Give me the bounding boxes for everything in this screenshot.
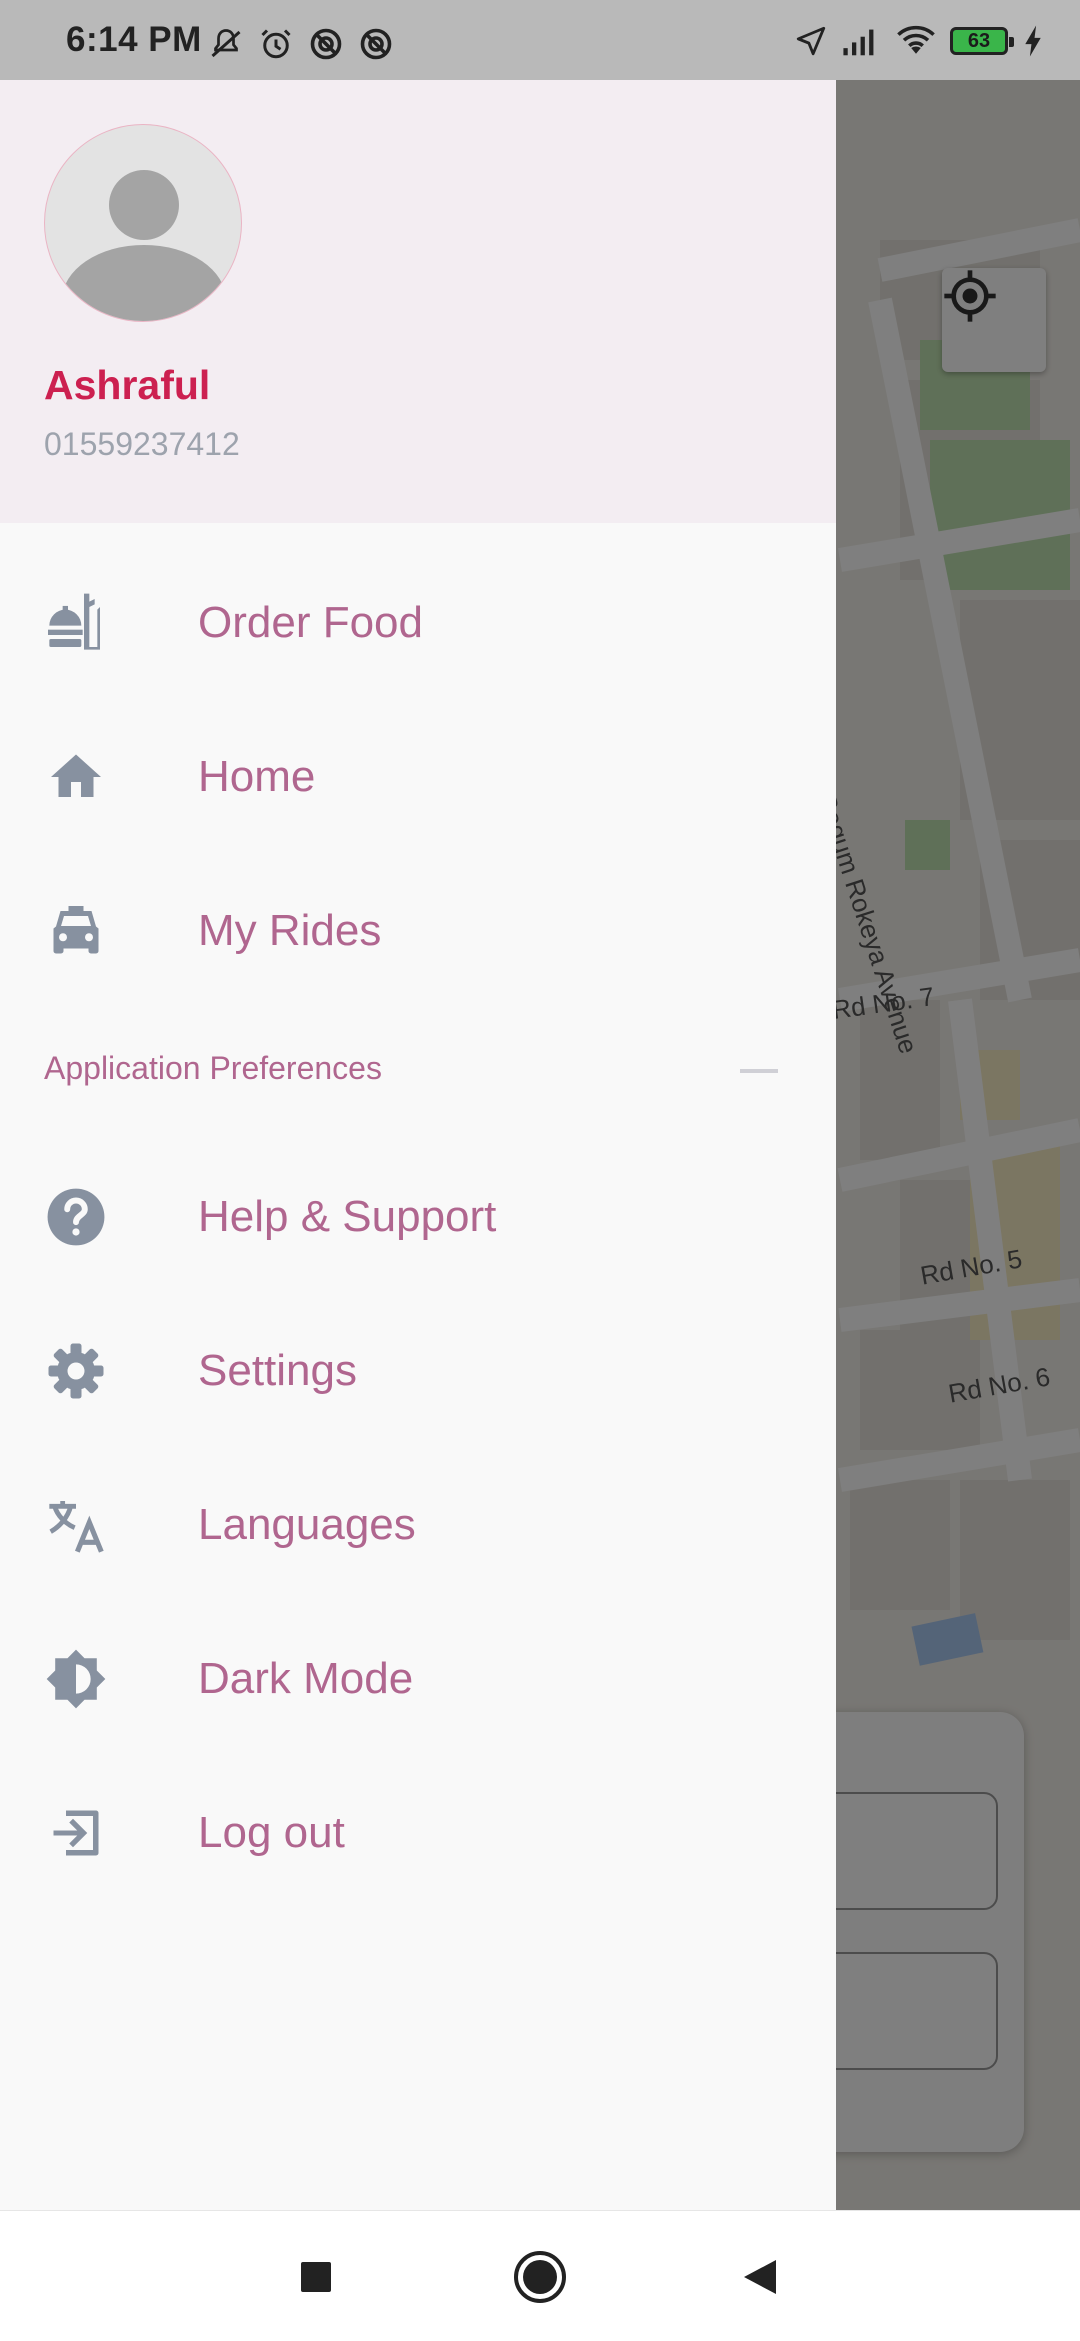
menu-item-help-support[interactable]: Help & Support — [0, 1142, 836, 1292]
menu-item-label: Order Food — [198, 598, 423, 647]
triangle-back-icon — [744, 2260, 776, 2294]
system-nav-bar — [0, 2210, 1080, 2341]
circle-icon — [514, 2251, 566, 2303]
menu-item-label: Help & Support — [198, 1192, 497, 1241]
menu-item-log-out[interactable]: Log out — [0, 1758, 836, 1908]
menu-item-my-rides[interactable]: My Rides — [0, 856, 836, 1006]
signal-icon — [843, 29, 874, 56]
section-title: Application Preferences — [44, 1050, 382, 1086]
menu-item-label: Dark Mode — [198, 1654, 414, 1703]
mute-icon — [211, 29, 241, 58]
notification-icon — [360, 28, 392, 60]
drawer-header: Ashraful 01559237412 — [0, 80, 836, 523]
home-icon — [44, 745, 108, 809]
menu-item-dark-mode[interactable]: Dark Mode — [0, 1604, 836, 1754]
back-button[interactable] — [730, 2247, 790, 2307]
status-system-icons: 63 — [794, 24, 1044, 58]
menu-item-label: Log out — [198, 1808, 345, 1857]
alarm-icon — [261, 29, 291, 59]
home-button[interactable] — [510, 2247, 570, 2307]
brightness-icon — [44, 1647, 108, 1711]
user-phone: 01559237412 — [44, 426, 240, 462]
menu-item-settings[interactable]: Settings — [0, 1296, 836, 1446]
recents-button[interactable] — [286, 2247, 346, 2307]
help-icon — [44, 1185, 108, 1249]
menu-item-order-food[interactable]: Order Food — [0, 548, 836, 698]
menu-item-label: Home — [198, 752, 316, 801]
status-bar: 6:14 PM 63 — [0, 0, 1080, 80]
location-arrow-icon — [796, 26, 826, 56]
square-icon — [301, 2262, 331, 2292]
battery-icon: 63 — [950, 27, 1014, 55]
status-time: 6:14 PM — [66, 20, 202, 59]
person-icon — [62, 170, 226, 321]
menu-item-home[interactable]: Home — [0, 702, 836, 852]
user-name: Ashraful — [44, 362, 211, 408]
menu-item-label: Languages — [198, 1500, 416, 1549]
notification-icon — [310, 28, 342, 60]
status-notification-icons — [208, 26, 394, 62]
navigation-drawer: Ashraful 01559237412 Order Food Home My … — [0, 80, 836, 2210]
wifi-icon — [897, 25, 935, 54]
charging-icon — [1025, 25, 1041, 57]
avatar[interactable] — [44, 124, 242, 322]
logout-icon — [44, 1801, 108, 1865]
gear-icon — [44, 1339, 108, 1403]
collapse-icon[interactable] — [740, 1069, 778, 1073]
menu-item-languages[interactable]: Languages — [0, 1450, 836, 1600]
car-icon — [44, 899, 108, 963]
battery-level: 63 — [967, 29, 991, 52]
menu-item-label: My Rides — [198, 906, 382, 955]
menu-item-label: Settings — [198, 1346, 357, 1395]
food-icon — [44, 591, 108, 655]
translate-icon — [44, 1493, 108, 1557]
